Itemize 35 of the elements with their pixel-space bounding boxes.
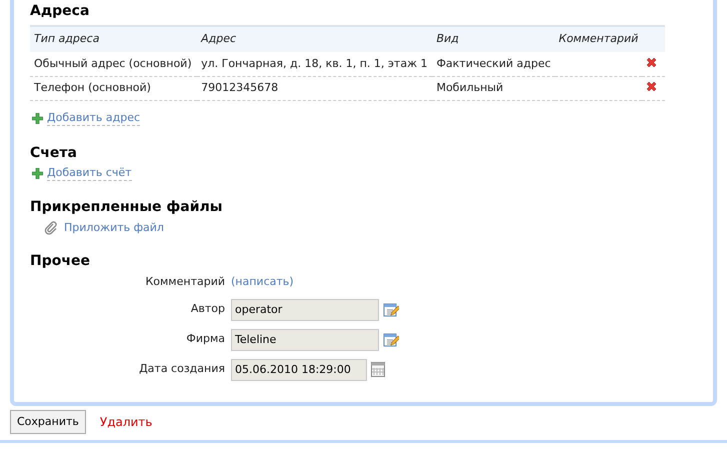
save-button[interactable]: Сохранить: [10, 410, 86, 434]
section-title: Счета: [30, 144, 78, 162]
table-cell: Фактический адрес: [432, 52, 555, 76]
text-field[interactable]: Teleline: [231, 328, 379, 350]
delete-icon[interactable]: [646, 81, 657, 92]
field-label: Дата создания: [138, 360, 225, 376]
edit-icon[interactable]: [383, 302, 399, 318]
delete-icon[interactable]: [646, 57, 657, 68]
attach-file-link[interactable]: Приложить файл: [64, 220, 164, 236]
paperclip-icon: [44, 220, 58, 235]
table-cell: Обычный адрес (основной): [30, 52, 198, 76]
text-field[interactable]: operator: [231, 298, 379, 320]
section-title: Прочее: [30, 252, 91, 270]
field-label: Фирма: [185, 330, 225, 346]
calendar-icon[interactable]: [371, 362, 385, 377]
text-field[interactable]: 05.06.2010 18:29:00: [231, 358, 367, 380]
column-header: Комментарий: [554, 26, 642, 52]
write-comment-link[interactable]: (написать): [231, 275, 294, 288]
plus-icon: [32, 168, 43, 178]
section-title: Прикрепленные файлы: [30, 198, 224, 216]
plus-icon: [32, 112, 43, 124]
table-cell: ул. Гончарная, д. 18, кв. 1, п. 1, этаж 1: [197, 52, 432, 76]
column-header: Вид: [432, 26, 555, 52]
field-label: Автор: [190, 300, 225, 316]
delete-link[interactable]: Удалить: [100, 413, 152, 431]
table-cell: 79012345678: [197, 76, 432, 100]
section-title: Адреса: [30, 2, 90, 20]
add-account-link[interactable]: Добавить счёт: [47, 166, 132, 180]
table-cell: Телефон (основной): [30, 76, 198, 100]
add-address-link[interactable]: Добавить адрес: [47, 110, 140, 126]
column-header: Тип адреса: [30, 26, 198, 52]
edit-icon[interactable]: [383, 332, 399, 348]
column-header: Адрес: [197, 26, 432, 52]
table-cell: Мобильный: [432, 76, 555, 100]
field-label: Комментарий: [144, 274, 225, 290]
